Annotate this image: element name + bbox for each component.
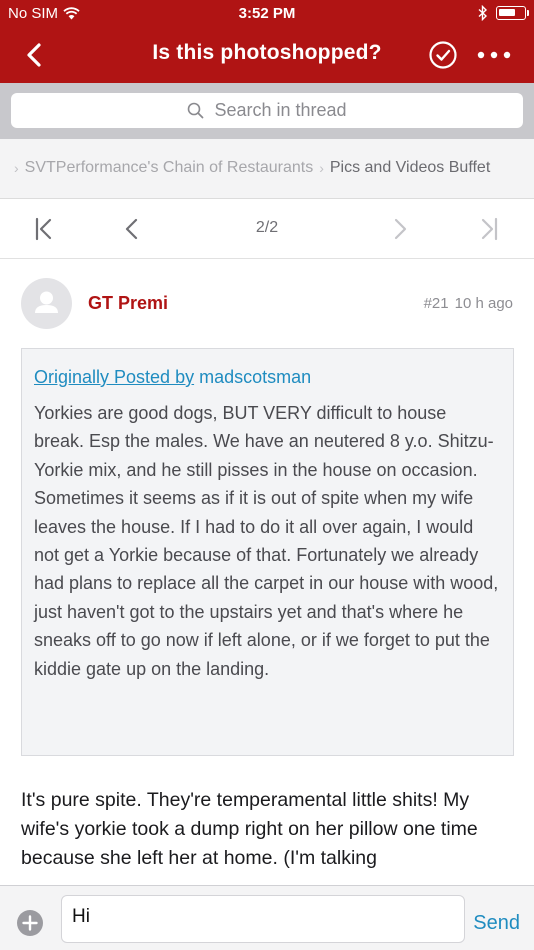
reply-bar: Hi Send xyxy=(0,885,534,950)
post-meta: #21 10 h ago xyxy=(424,295,513,312)
first-page-icon[interactable] xyxy=(30,215,58,243)
status-time: 3:52 PM xyxy=(238,5,296,22)
search-bar: Search in thread xyxy=(0,83,534,139)
avatar[interactable] xyxy=(21,278,72,329)
post-message: It's pure spite. They're temperamental l… xyxy=(21,789,478,869)
user-icon xyxy=(35,291,58,313)
nav-bar: Is this photoshopped? xyxy=(0,28,534,83)
thread-title: Is this photoshopped? xyxy=(152,41,382,64)
next-page-icon[interactable] xyxy=(386,215,414,243)
breadcrumb-chevron-icon: › xyxy=(14,160,19,176)
quote-header: Originally Posted by madscotsman xyxy=(34,367,501,388)
status-bar: No SIM 3:52 PM xyxy=(0,0,534,28)
battery-icon xyxy=(496,6,529,20)
quote-text: Yorkies are good dogs, BUT VERY difficul… xyxy=(34,403,499,679)
plus-icon xyxy=(22,915,38,931)
add-attachment-button[interactable] xyxy=(17,910,43,936)
more-icon[interactable] xyxy=(474,40,514,70)
last-page-icon[interactable] xyxy=(475,215,503,243)
breadcrumb-item-forum[interactable]: SVTPerformance's Chain of Restaurants xyxy=(25,159,314,177)
quote-source-link[interactable]: Originally Posted by xyxy=(34,367,194,387)
post-author[interactable]: GT Premi xyxy=(88,293,168,314)
pager: 2/2 xyxy=(0,199,534,259)
search-placeholder: Search in thread xyxy=(214,100,347,120)
breadcrumb-chevron-icon: › xyxy=(319,160,324,176)
prev-page-icon[interactable] xyxy=(118,215,146,243)
search-icon xyxy=(188,102,204,119)
page-indicator: 2/2 xyxy=(255,219,279,236)
check-circle-icon[interactable] xyxy=(428,40,458,70)
send-button[interactable]: Send xyxy=(473,912,520,935)
reply-input[interactable]: Hi xyxy=(61,895,465,943)
quote-author[interactable]: madscotsman xyxy=(199,367,311,387)
breadcrumb-item-subforum[interactable]: Pics and Videos Buffet xyxy=(330,159,490,177)
breadcrumb: › SVTPerformance's Chain of Restaurants … xyxy=(0,139,534,199)
post-number: #21 xyxy=(423,295,449,312)
search-input[interactable]: Search in thread xyxy=(11,93,523,128)
bluetooth-icon xyxy=(478,5,488,21)
back-icon[interactable] xyxy=(18,38,52,72)
top-bar: No SIM 3:52 PM Is this photoshopped? xyxy=(0,0,534,83)
quote-block: Originally Posted by madscotsman Yorkies… xyxy=(21,348,514,756)
post: GT Premi #21 10 h ago Originally Posted … xyxy=(0,260,534,885)
post-time: 10 h ago xyxy=(454,295,513,312)
